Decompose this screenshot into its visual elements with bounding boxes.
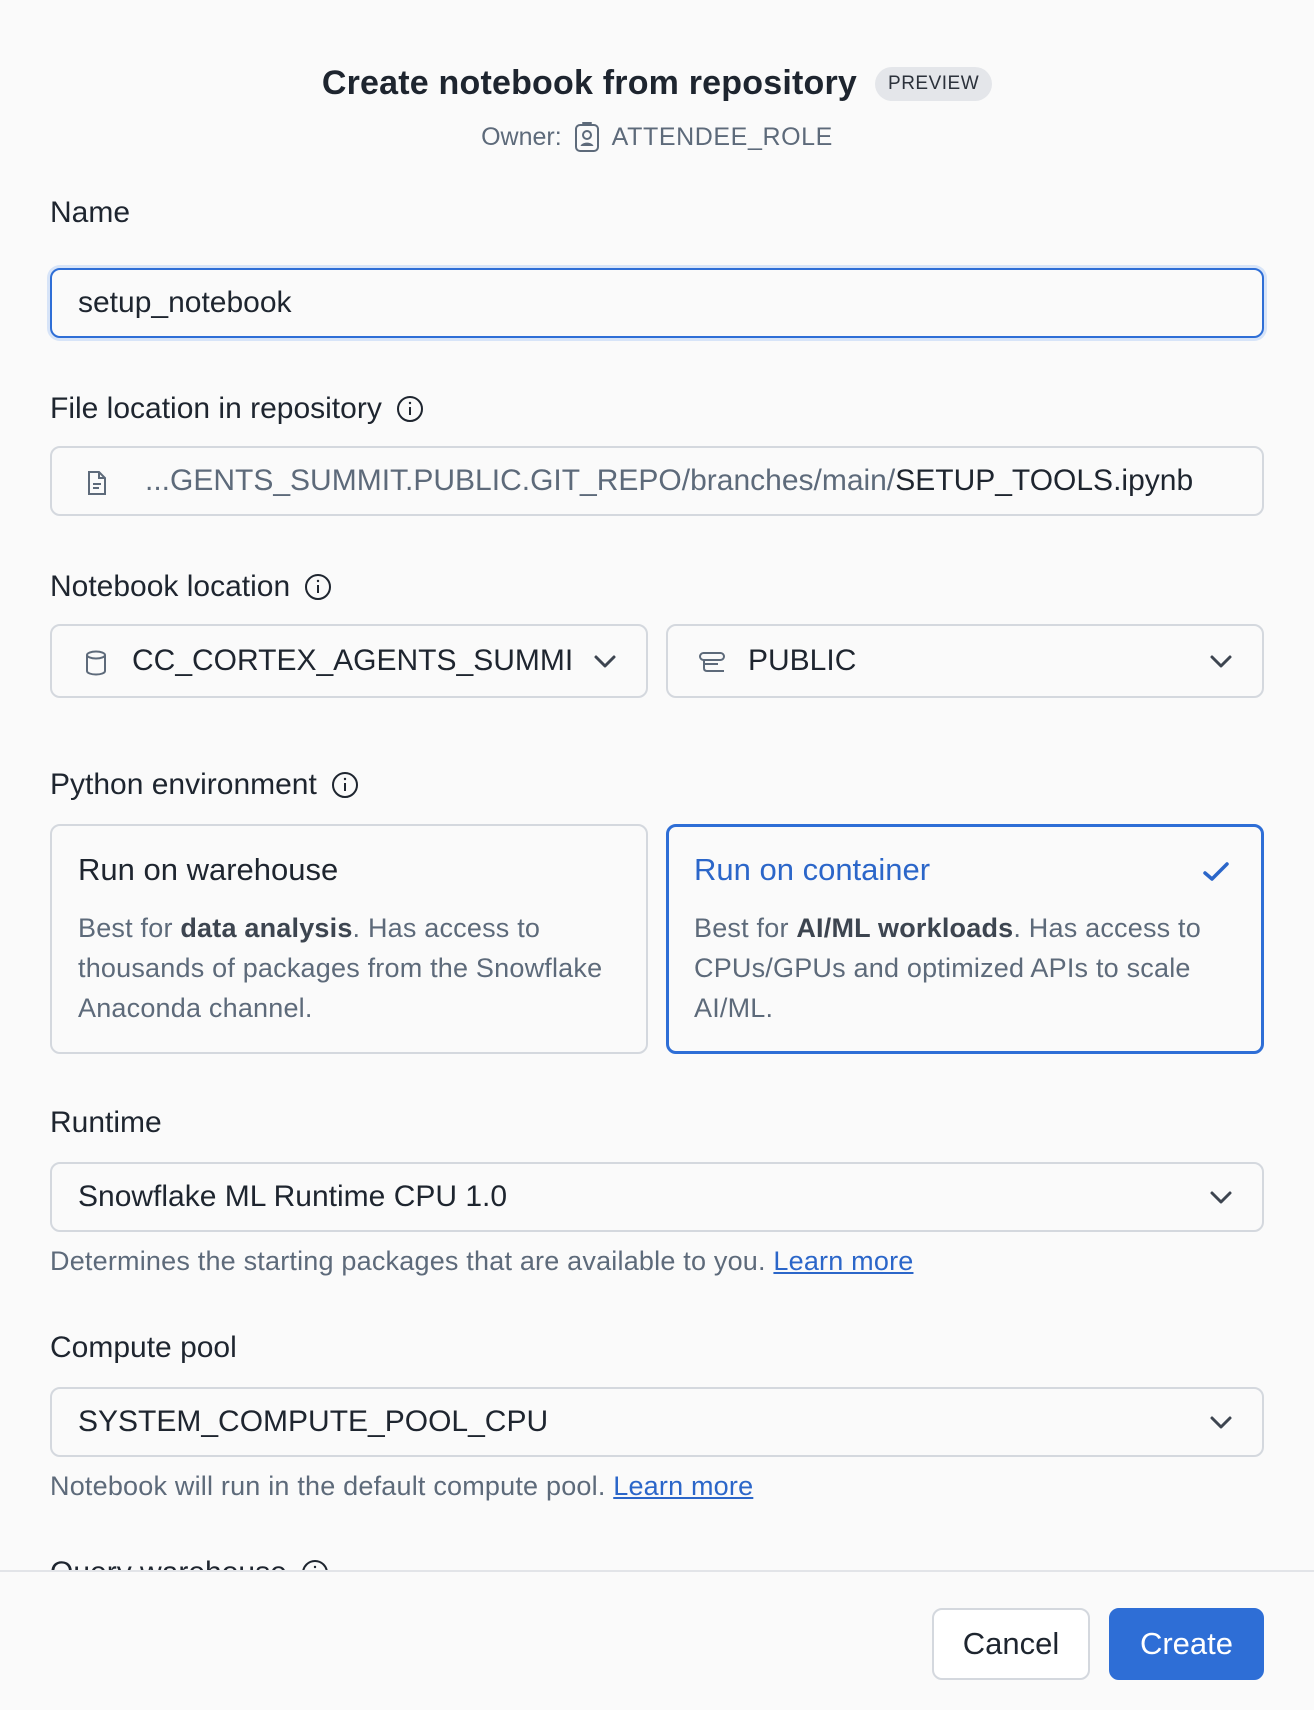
- card-description: Best for data analysis. Has access to th…: [78, 908, 620, 1028]
- runtime-label-text: Runtime: [50, 1106, 162, 1139]
- compute-pool-select[interactable]: SYSTEM_COMPUTE_POOL_CPU: [50, 1387, 1264, 1457]
- card-title: Run on warehouse: [78, 852, 339, 887]
- create-notebook-dialog: Create notebook from repository PREVIEW …: [0, 0, 1314, 1710]
- owner-role: ATTENDEE_ROLE: [611, 122, 833, 151]
- chevron-down-icon[interactable]: [1206, 646, 1236, 676]
- info-icon[interactable]: [304, 573, 332, 601]
- file-location-label-text: File location in repository: [50, 392, 382, 425]
- info-icon[interactable]: [396, 395, 424, 423]
- card-title: Run on container: [694, 852, 931, 887]
- info-icon[interactable]: [331, 771, 359, 799]
- name-label-text: Name: [50, 196, 131, 229]
- chevron-down-icon[interactable]: [1206, 1407, 1236, 1437]
- compute-pool-label-text: Compute pool: [50, 1331, 237, 1364]
- python-environment-label-text: Python environment: [50, 768, 317, 801]
- dialog-header: Create notebook from repository PREVIEW …: [0, 64, 1314, 153]
- dialog-body[interactable]: Create notebook from repository PREVIEW …: [0, 0, 1314, 1570]
- run-on-container-card[interactable]: Run on container Best for AI/ML workload…: [666, 824, 1264, 1054]
- learn-more-link[interactable]: Learn more: [613, 1471, 753, 1501]
- compute-pool-label: Compute pool: [50, 1331, 237, 1365]
- query-warehouse-label: Query warehouse: [50, 1556, 329, 1570]
- runtime-value[interactable]: Snowflake ML Runtime CPU 1.0: [52, 1180, 507, 1214]
- database-select[interactable]: CC_CORTEX_AGENTS_SUMMI: [50, 624, 648, 698]
- file-location-field: ...GENTS_SUMMIT.PUBLIC.GIT_REPO/branches…: [50, 446, 1264, 516]
- learn-more-link[interactable]: Learn more: [773, 1246, 913, 1276]
- database-value[interactable]: CC_CORTEX_AGENTS_SUMMI: [132, 644, 573, 678]
- owner-row: Owner: ATTENDEE_ROLE: [0, 121, 1314, 153]
- card-description: Best for AI/ML workloads. Has access to …: [694, 908, 1236, 1028]
- runtime-helper-text: Determines the starting packages that ar…: [50, 1246, 766, 1276]
- file-path-prefix: ...GENTS_SUMMIT.PUBLIC.GIT_REPO/branches…: [145, 464, 896, 497]
- python-environment-label: Python environment: [50, 768, 359, 802]
- file-name: SETUP_TOOLS.ipynb: [895, 464, 1194, 497]
- file-icon: [86, 469, 108, 497]
- chevron-down-icon[interactable]: [1206, 1182, 1236, 1212]
- compute-pool-helper: Notebook will run in the default compute…: [50, 1471, 753, 1502]
- schema-select[interactable]: PUBLIC: [666, 624, 1264, 698]
- card-desc-prefix: Best for: [694, 913, 797, 943]
- info-icon[interactable]: [301, 1559, 329, 1570]
- compute-pool-helper-text: Notebook will run in the default compute…: [50, 1471, 606, 1501]
- file-location-label: File location in repository: [50, 392, 424, 426]
- notebook-location-label-text: Notebook location: [50, 570, 291, 603]
- name-input-value[interactable]: setup_notebook: [52, 286, 292, 320]
- name-input[interactable]: setup_notebook: [50, 268, 1264, 338]
- schema-value[interactable]: PUBLIC: [748, 644, 856, 678]
- name-label: Name: [50, 196, 130, 230]
- check-icon: [1201, 857, 1231, 887]
- card-desc-bold: AI/ML workloads: [796, 913, 1014, 943]
- run-on-warehouse-card[interactable]: Run on warehouse Best for data analysis.…: [50, 824, 648, 1054]
- query-warehouse-label-text: Query warehouse: [50, 1556, 287, 1570]
- card-desc-prefix: Best for: [78, 913, 181, 943]
- runtime-select[interactable]: Snowflake ML Runtime CPU 1.0: [50, 1162, 1264, 1232]
- preview-badge: PREVIEW: [875, 66, 993, 101]
- dialog-title: Create notebook from repository: [321, 64, 858, 102]
- runtime-helper: Determines the starting packages that ar…: [50, 1246, 913, 1277]
- runtime-label: Runtime: [50, 1106, 162, 1140]
- create-button[interactable]: Create: [1109, 1608, 1264, 1680]
- chevron-down-icon[interactable]: [590, 646, 620, 676]
- notebook-location-label: Notebook location: [50, 570, 332, 604]
- badge-person-icon: [574, 121, 600, 153]
- compute-pool-value[interactable]: SYSTEM_COMPUTE_POOL_CPU: [52, 1405, 548, 1439]
- card-desc-bold: data analysis: [180, 913, 353, 943]
- schema-icon: [698, 650, 728, 676]
- owner-label: Owner:: [481, 122, 562, 151]
- database-icon: [84, 649, 108, 677]
- cancel-button[interactable]: Cancel: [932, 1608, 1090, 1680]
- dialog-footer: Cancel Create: [0, 1570, 1314, 1710]
